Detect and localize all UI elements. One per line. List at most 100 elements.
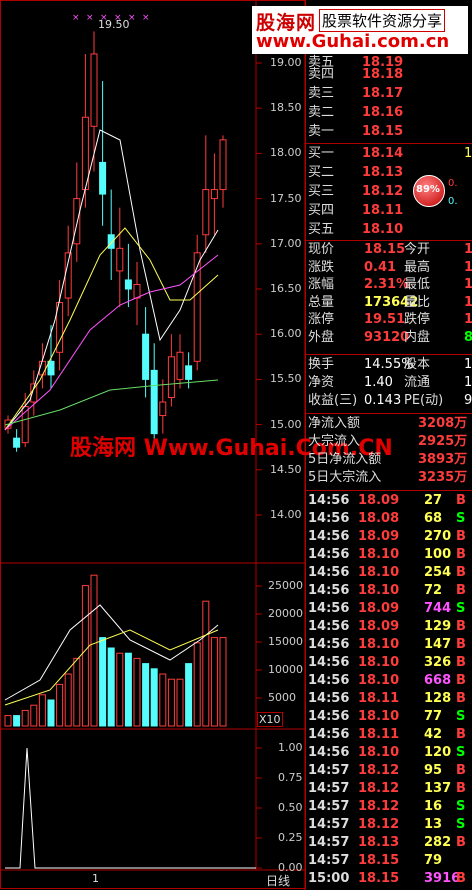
volume-bar bbox=[202, 600, 210, 727]
tick-time: 14:57 bbox=[308, 817, 350, 832]
candle-body bbox=[116, 247, 124, 272]
tick-price: 18.10 bbox=[358, 745, 400, 760]
volume-bar bbox=[4, 715, 12, 727]
tick-row: 14:57 18.12 95 B bbox=[306, 762, 472, 779]
tick-time: 14:57 bbox=[308, 781, 350, 796]
tick-price: 18.13 bbox=[358, 835, 400, 850]
tick-row: 14:56 18.09 270 B bbox=[306, 528, 472, 545]
candle-body bbox=[47, 360, 55, 376]
tick-side: B bbox=[456, 529, 466, 544]
volume-bar bbox=[90, 574, 98, 727]
flow-row: 5日大宗流入 3235万 bbox=[306, 469, 472, 486]
tick-price: 18.10 bbox=[358, 709, 400, 724]
tick-volume: 137 bbox=[424, 781, 452, 796]
order-row-buy: 买一 18.14 1 bbox=[306, 145, 472, 162]
quote-label: 涨幅 bbox=[308, 277, 335, 292]
volume-bar bbox=[107, 647, 115, 727]
flow-value: 3235万 bbox=[418, 470, 468, 485]
period-tab[interactable]: 日线 bbox=[266, 872, 290, 889]
tick-price: 18.08 bbox=[358, 511, 400, 526]
volume-bar bbox=[142, 663, 150, 727]
tick-price: 18.11 bbox=[358, 691, 400, 706]
order-label: 买四 bbox=[308, 203, 335, 218]
cursor-label: 1 bbox=[92, 872, 99, 885]
order-volume: 1 bbox=[464, 146, 472, 161]
quote-row: 涨跌 0.41 最高 18 bbox=[306, 259, 472, 276]
tick-time: 14:56 bbox=[308, 493, 350, 508]
order-price: 18.18 bbox=[362, 67, 404, 82]
watermark-logo: 股海网 股票软件资源分享 www.Guhai.com.cn bbox=[252, 6, 468, 54]
quote-label: 总量 bbox=[308, 294, 335, 310]
quote-value: 1 bbox=[464, 294, 472, 310]
tick-volume: 77 bbox=[424, 709, 443, 724]
tick-time: 14:56 bbox=[308, 637, 350, 652]
tick-time: 14:56 bbox=[308, 619, 350, 634]
quote-value: 93120 bbox=[364, 329, 410, 345]
stats-row: 收益(三) 0.143 PE(动) 9 bbox=[306, 392, 472, 409]
quote-value: 15 bbox=[464, 312, 472, 327]
quote-label: 最高 bbox=[404, 259, 431, 275]
flow-label: 大宗流入 bbox=[308, 434, 361, 449]
tick-price: 18.15 bbox=[358, 853, 400, 868]
quote-value: 18 bbox=[464, 259, 472, 275]
volume-bar bbox=[99, 637, 107, 727]
tick-time: 14:56 bbox=[308, 583, 350, 598]
stats-value: 0.143 bbox=[364, 393, 402, 408]
tick-side: B bbox=[456, 835, 466, 850]
tick-volume: 147 bbox=[424, 637, 452, 652]
flow-value: 3893万 bbox=[418, 452, 468, 467]
order-price: 18.17 bbox=[362, 86, 404, 101]
candle-body bbox=[210, 189, 218, 200]
flow-label: 5日净流入额 bbox=[308, 452, 382, 467]
tick-time: 14:57 bbox=[308, 799, 350, 814]
tick-row: 14:57 18.12 13 S bbox=[306, 816, 472, 833]
volume-bar bbox=[176, 678, 184, 727]
price-tick-label: 17.50 bbox=[270, 191, 302, 205]
tick-price: 18.09 bbox=[358, 619, 400, 634]
tick-price: 18.12 bbox=[358, 799, 400, 814]
stats-label: 收益(三) bbox=[308, 393, 358, 408]
order-divider bbox=[305, 413, 472, 414]
tick-side: S bbox=[456, 799, 466, 814]
badge-down-value: 0. bbox=[448, 196, 458, 207]
tick-side: S bbox=[456, 745, 466, 760]
order-label: 卖一 bbox=[308, 124, 335, 139]
top-price-marker: 19.50 bbox=[98, 18, 130, 31]
tick-volume: 95 bbox=[424, 763, 443, 778]
tick-side: B bbox=[456, 583, 466, 598]
candle-body bbox=[185, 365, 193, 380]
quote-label: 跌停 bbox=[404, 312, 431, 327]
tick-side: S bbox=[456, 709, 466, 724]
tick-volume: 270 bbox=[424, 529, 452, 544]
order-divider bbox=[305, 240, 472, 241]
tick-price: 18.10 bbox=[358, 637, 400, 652]
tick-price: 18.09 bbox=[358, 493, 400, 508]
volume-bar bbox=[81, 585, 89, 727]
tick-side: B bbox=[456, 871, 466, 886]
tick-time: 14:56 bbox=[308, 745, 350, 760]
volume-tick-label: 15000 bbox=[268, 635, 303, 648]
tick-time: 14:56 bbox=[308, 511, 350, 526]
quote-label: 涨跌 bbox=[308, 259, 335, 275]
candle-body bbox=[176, 351, 184, 380]
stats-value: 1.1 bbox=[464, 375, 472, 390]
order-label: 卖二 bbox=[308, 105, 335, 120]
tick-volume: 100 bbox=[424, 547, 452, 562]
volume-bar bbox=[159, 673, 167, 727]
tick-volume: 128 bbox=[424, 691, 452, 706]
tick-price: 18.09 bbox=[358, 601, 400, 616]
tick-time: 14:57 bbox=[308, 835, 350, 850]
tick-side: B bbox=[456, 547, 466, 562]
tick-time: 14:56 bbox=[308, 601, 350, 616]
badge-up-value: 0. bbox=[448, 178, 458, 189]
flow-value: 2925万 bbox=[418, 434, 468, 449]
stats-label: 股本 bbox=[404, 357, 431, 372]
volume-tick-label: 25000 bbox=[268, 579, 303, 592]
volume-bar bbox=[124, 652, 132, 727]
stats-value: 9 bbox=[464, 393, 472, 408]
tick-price: 18.12 bbox=[358, 817, 400, 832]
tick-price: 18.10 bbox=[358, 673, 400, 688]
tick-row: 14:56 18.09 27 B bbox=[306, 492, 472, 509]
flow-row: 5日净流入额 3893万 bbox=[306, 451, 472, 468]
tick-row: 14:56 18.10 147 B bbox=[306, 636, 472, 653]
